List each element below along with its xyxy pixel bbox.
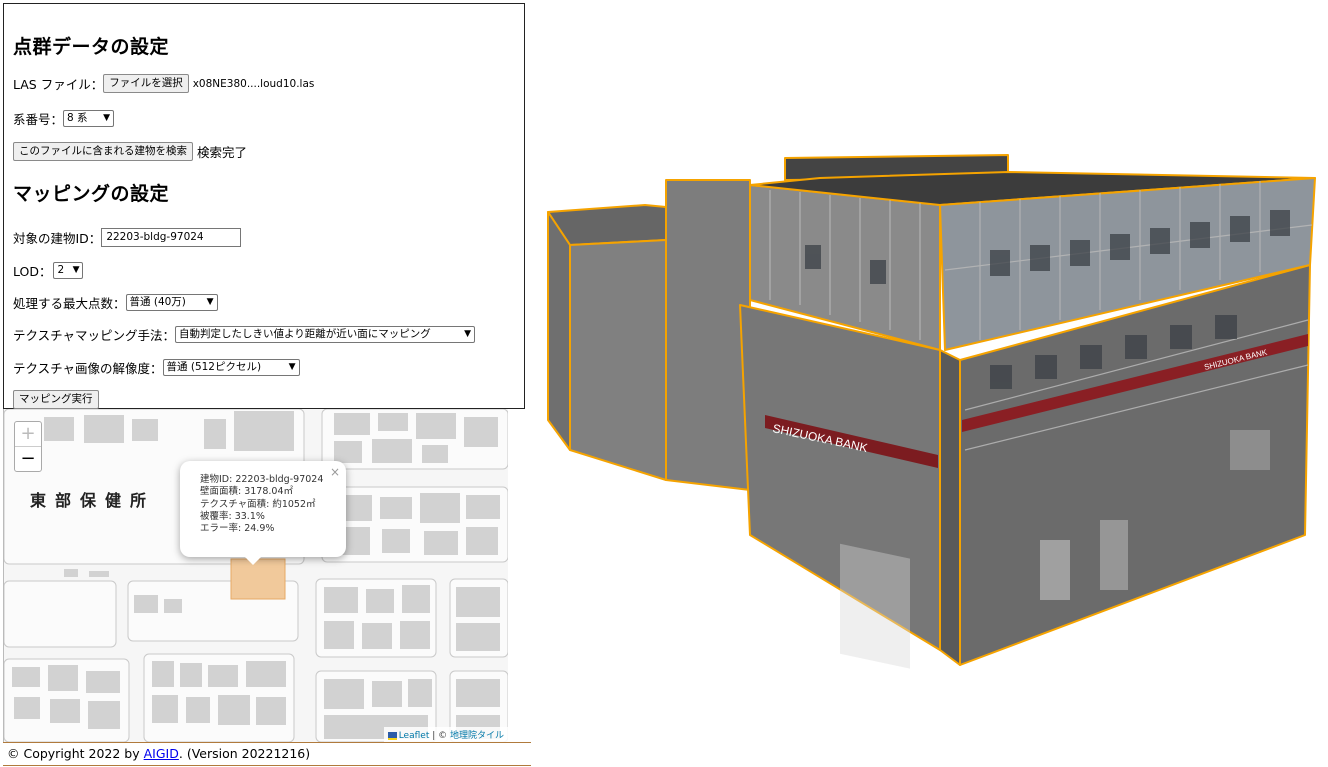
zone-row: 系番号： 8 系 ▼ — [13, 109, 115, 128]
max-points-select-value: 普通 (40万) — [129, 296, 186, 308]
attribution-separator: | © — [429, 731, 450, 741]
leaflet-link[interactable]: Leaflet — [399, 731, 430, 741]
zone-label: 系番号： — [13, 112, 64, 127]
chevron-down-icon: ▼ — [464, 329, 472, 339]
search-status: 検索完了 — [197, 145, 248, 160]
max-points-label: 処理する最大点数： — [13, 296, 126, 311]
ukraine-flag-icon — [387, 731, 397, 740]
run-mapping-button[interactable]: マッピング実行 — [13, 390, 99, 409]
selected-building — [230, 558, 286, 600]
tall-wall-left — [665, 179, 751, 491]
zone-select-value: 8 系 — [67, 112, 88, 124]
las-file-label: LAS ファイル： — [13, 77, 104, 92]
mapping-method-label: テクスチャマッピング手法： — [13, 328, 176, 343]
map-attribution: Leaflet | © 地理院タイル — [383, 727, 508, 742]
map-place-label: 東部保健所 — [30, 491, 156, 510]
aigid-link[interactable]: AIGID — [144, 746, 179, 761]
chevron-down-icon: ▼ — [72, 265, 80, 275]
search-buildings-button[interactable]: このファイルに含まれる建物を検索 — [13, 142, 193, 161]
popup-texture-area: テクスチャ面積: 約1052㎡ — [200, 498, 316, 510]
mapping-method-select-value: 自動判定したしきい値より距離が近い面にマッピング — [179, 328, 431, 340]
choose-file-button[interactable]: ファイルを選択 — [103, 74, 189, 93]
footer: © Copyright 2022 by AIGID. (Version 2022… — [3, 742, 531, 766]
resolution-row: テクスチャ画像の解像度： 普通 (512ピクセル) ▼ — [13, 358, 300, 377]
chevron-down-icon: ▼ — [206, 297, 214, 307]
mapping-method-select[interactable]: 自動判定したしきい値より距離が近い面にマッピング ▼ — [175, 326, 476, 343]
popup-coverage: 被覆率: 33.1% — [200, 510, 265, 522]
popup-building-id: 建物ID: 22203-bldg-97024 — [200, 474, 324, 485]
map-tiles — [4, 409, 508, 742]
search-row: このファイルに含まれる建物を検索 検索完了 — [13, 142, 247, 161]
footer-copyright: © Copyright 2022 by — [7, 746, 144, 761]
las-file-row: LAS ファイル： ファイルを選択 x08NE380....loud10.las — [13, 74, 314, 93]
max-points-row: 処理する最大点数： 普通 (40万) ▼ — [13, 293, 218, 312]
popup-wall-area: 壁面面積: 3178.04㎡ — [200, 486, 294, 498]
settings-panel: 点群データの設定 LAS ファイル： ファイルを選択 x08NE380....l… — [3, 3, 525, 409]
lod-select[interactable]: 2 ▼ — [53, 262, 84, 279]
lod-select-value: 2 — [57, 264, 65, 276]
3d-building-view[interactable]: SHIZUOKA BANK SHIZUOKA BANK — [540, 150, 1320, 670]
max-points-select[interactable]: 普通 (40万) ▼ — [125, 294, 218, 311]
pointcloud-settings-title: 点群データの設定 — [13, 36, 170, 58]
zoom-control: + − — [14, 421, 42, 472]
zone-select[interactable]: 8 系 ▼ — [63, 110, 115, 127]
resolution-select[interactable]: 普通 (512ピクセル) ▼ — [162, 359, 300, 376]
gsi-tiles-link[interactable]: 地理院タイル — [450, 731, 504, 741]
mapping-method-row: テクスチャマッピング手法： 自動判定したしきい値より距離が近い面にマッピング ▼ — [13, 325, 476, 344]
building-id-row: 対象の建物ID： — [13, 228, 242, 247]
footer-version: . (Version 20221216) — [178, 746, 311, 761]
chevron-down-icon: ▼ — [103, 113, 111, 123]
building-info-popup: × 建物ID: 22203-bldg-97024 壁面面積: 3178.04㎡ … — [180, 461, 346, 565]
lod-row: LOD： 2 ▼ — [13, 261, 84, 280]
left-wing-wall — [547, 211, 571, 451]
resolution-label: テクスチャ画像の解像度： — [13, 361, 163, 376]
lod-label: LOD： — [13, 264, 52, 279]
building-id-input[interactable] — [101, 228, 242, 247]
resolution-select-value: 普通 (512ピクセル) — [166, 361, 262, 373]
popup-close-button[interactable]: × — [330, 465, 340, 479]
chevron-down-icon: ▼ — [288, 362, 296, 372]
left-wing-side — [569, 239, 667, 481]
map-view[interactable]: + − 東部保健所 × 建物ID: 22203-bldg-97024 壁面面積:… — [3, 409, 508, 742]
popup-error-rate: エラー率: 24.9% — [200, 523, 275, 535]
zoom-out-button[interactable]: − — [15, 446, 41, 471]
front-lower-side — [939, 349, 961, 666]
selected-file-name: x08NE380....loud10.las — [192, 77, 315, 90]
popup-tip — [244, 556, 262, 565]
mapping-settings-title: マッピングの設定 — [13, 183, 170, 205]
building-id-label: 対象の建物ID： — [13, 231, 102, 246]
zoom-in-button[interactable]: + — [15, 422, 41, 446]
